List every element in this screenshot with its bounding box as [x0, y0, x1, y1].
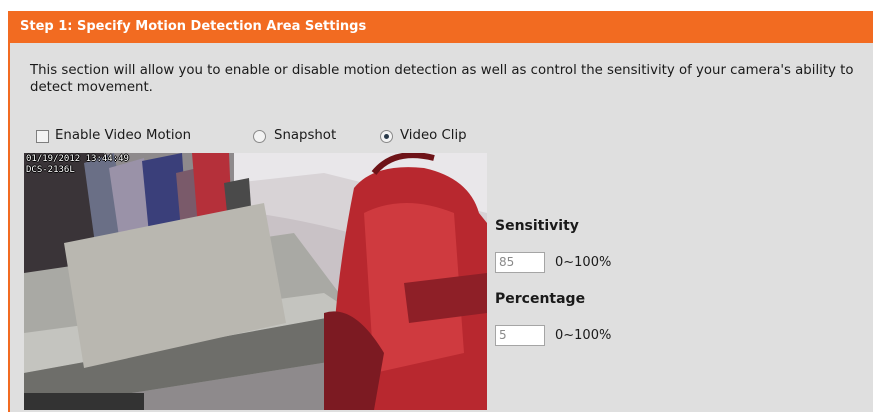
enable-video-motion-label[interactable]: Enable Video Motion [55, 128, 191, 143]
video-overlay: 01/19/2012 13:44:49 DCS-2136L [26, 154, 129, 176]
camera-frame-image [24, 153, 487, 410]
percentage-label: Percentage [495, 291, 586, 307]
live-video-preview[interactable]: 01/19/2012 13:44:49 DCS-2136L [24, 153, 487, 410]
percentage-input[interactable]: 5 [495, 325, 545, 346]
video-camera-name: DCS-2136L [26, 165, 75, 175]
sensitivity-input[interactable]: 85 [495, 252, 545, 273]
snapshot-label[interactable]: Snapshot [274, 128, 336, 143]
sensitivity-range: 0~100% [555, 255, 612, 270]
video-clip-radio[interactable] [380, 130, 393, 143]
section-header: Step 1: Specify Motion Detection Area Se… [10, 11, 873, 43]
percentage-range: 0~100% [555, 328, 612, 343]
snapshot-radio[interactable] [253, 130, 266, 143]
motion-detection-panel: Step 1: Specify Motion Detection Area Se… [8, 11, 873, 412]
video-clip-label[interactable]: Video Clip [400, 128, 467, 143]
sensitivity-label: Sensitivity [495, 218, 579, 234]
video-timestamp: 01/19/2012 13:44:49 [26, 154, 129, 164]
enable-video-motion-checkbox[interactable] [36, 130, 49, 143]
section-description: This section will allow you to enable or… [30, 63, 854, 95]
section-title: Step 1: Specify Motion Detection Area Se… [20, 19, 367, 34]
